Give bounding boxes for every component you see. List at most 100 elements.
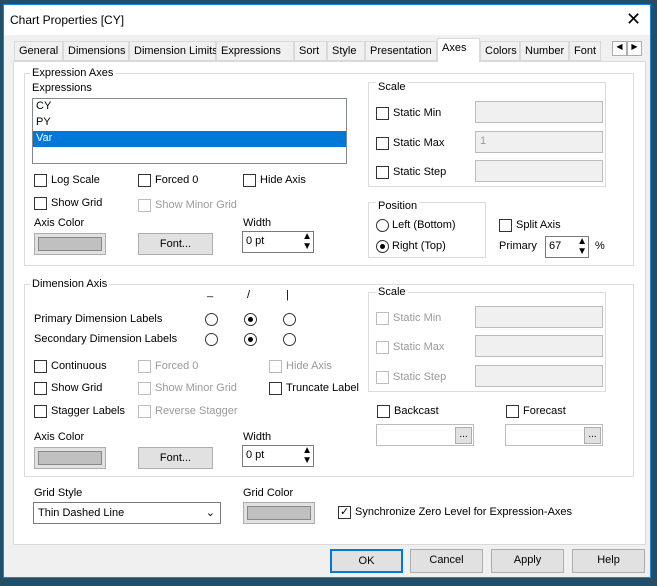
static-min-label: Static Min xyxy=(393,107,442,119)
forced0-checkbox[interactable] xyxy=(138,174,151,187)
stagger-labels-checkbox[interactable] xyxy=(34,405,47,418)
dim-axis-color-label: Axis Color xyxy=(34,431,85,443)
dim-static-min-checkbox[interactable] xyxy=(376,312,389,325)
backcast-checkbox[interactable] xyxy=(377,405,390,418)
grid-color-button[interactable] xyxy=(243,502,315,524)
hide-axis-label: Hide Axis xyxy=(260,174,306,186)
dim-forced0-checkbox[interactable] xyxy=(138,360,151,373)
forecast-ellipsis-button[interactable]: ... xyxy=(584,427,601,444)
show-grid-checkbox[interactable] xyxy=(34,197,47,210)
stagger-labels-label: Stagger Labels xyxy=(51,405,125,417)
dim-static-max-input[interactable] xyxy=(475,335,603,357)
static-max-checkbox[interactable] xyxy=(376,137,389,150)
primary-value: 67 xyxy=(549,240,562,252)
expression-axes-title: Expression Axes xyxy=(30,67,116,79)
expression-item-selected[interactable]: Var xyxy=(33,131,346,147)
dim-static-max-checkbox[interactable] xyxy=(376,341,389,354)
sync-zero-label: Synchronize Zero Level for Expression-Ax… xyxy=(355,506,573,518)
dim-static-min-input[interactable] xyxy=(475,306,603,328)
tab-scroll-right-icon[interactable]: ▶ xyxy=(627,41,642,56)
help-button[interactable]: Help xyxy=(572,549,645,573)
tab-colors[interactable]: Colors xyxy=(480,41,520,61)
primary-stepper[interactable]: 67 ▲ ▼ xyxy=(545,236,589,258)
dim-static-min-label: Static Min xyxy=(393,312,442,324)
width-stepper[interactable]: 0 pt ▲ ▼ xyxy=(242,231,314,253)
tab-presentation[interactable]: Presentation xyxy=(365,41,437,61)
tab-scroll-left-icon[interactable]: ◀ xyxy=(612,41,627,56)
log-scale-checkbox[interactable] xyxy=(34,174,47,187)
dim-width-label: Width xyxy=(243,431,272,443)
static-min-checkbox[interactable] xyxy=(376,107,389,120)
secondary-horizontal-radio[interactable] xyxy=(205,333,218,346)
sync-zero-checkbox[interactable] xyxy=(338,505,351,519)
secondary-diagonal-radio[interactable] xyxy=(244,333,257,346)
show-minor-grid-checkbox[interactable] xyxy=(138,199,151,212)
apply-button[interactable]: Apply xyxy=(491,549,564,573)
static-max-input[interactable]: 1 xyxy=(475,131,603,153)
tab-expressions[interactable]: Expressions xyxy=(216,41,294,61)
ok-button[interactable]: OK xyxy=(330,549,403,573)
spin-arrows-icon[interactable]: ▲ ▼ xyxy=(302,446,312,466)
dim-show-grid-checkbox[interactable] xyxy=(34,382,47,395)
expression-item[interactable]: CY xyxy=(33,99,346,115)
axis-color-button[interactable] xyxy=(34,233,106,255)
tab-sort[interactable]: Sort xyxy=(294,41,327,61)
dimension-axis-title: Dimension Axis xyxy=(30,278,110,290)
tab-general[interactable]: General xyxy=(14,41,63,61)
tab-axes[interactable]: Axes xyxy=(437,38,480,62)
grid-style-select[interactable]: Thin Dashed Line ⌄ xyxy=(33,502,221,524)
primary-horizontal-radio[interactable] xyxy=(205,313,218,326)
cancel-button[interactable]: Cancel xyxy=(410,549,483,573)
title-bar: Chart Properties [CY] ✕ xyxy=(4,5,650,35)
dim-static-step-checkbox[interactable] xyxy=(376,371,389,384)
dim-axis-color-button[interactable] xyxy=(34,447,106,469)
tab-font[interactable]: Font xyxy=(569,41,601,61)
font-button[interactable]: Font... xyxy=(138,233,213,255)
dim-static-step-input[interactable] xyxy=(475,365,603,387)
right-top-radio[interactable] xyxy=(376,240,389,253)
show-minor-grid-label: Show Minor Grid xyxy=(155,199,237,211)
primary-dimension-labels-label: Primary Dimension Labels xyxy=(34,313,163,325)
static-step-checkbox[interactable] xyxy=(376,166,389,179)
continuous-label: Continuous xyxy=(51,360,107,372)
dim-static-step-label: Static Step xyxy=(393,371,447,383)
continuous-checkbox[interactable] xyxy=(34,360,47,373)
dim-scale-title: Scale xyxy=(376,286,408,298)
dim-font-button[interactable]: Font... xyxy=(138,447,213,469)
split-axis-checkbox[interactable] xyxy=(499,219,512,232)
scale-title: Scale xyxy=(376,81,408,93)
dim-show-grid-label: Show Grid xyxy=(51,382,103,394)
tab-number[interactable]: Number xyxy=(520,41,569,61)
expressions-list[interactable]: CY PY Var xyxy=(32,98,347,164)
primary-diagonal-radio[interactable] xyxy=(244,313,257,326)
width-value: 0 pt xyxy=(246,235,265,247)
truncate-label-checkbox[interactable] xyxy=(269,382,282,395)
secondary-vertical-radio[interactable] xyxy=(283,333,296,346)
forecast-checkbox[interactable] xyxy=(506,405,519,418)
primary-vertical-radio[interactable] xyxy=(283,313,296,326)
diagonal-header: / xyxy=(247,289,251,301)
static-min-input[interactable] xyxy=(475,101,603,123)
tab-dimensions[interactable]: Dimensions xyxy=(63,41,129,61)
tab-dimension-limits[interactable]: Dimension Limits xyxy=(129,41,218,61)
show-grid-label: Show Grid xyxy=(51,197,103,209)
dim-show-minor-grid-checkbox[interactable] xyxy=(138,382,151,395)
hide-axis-checkbox[interactable] xyxy=(243,174,256,187)
dim-hide-axis-checkbox[interactable] xyxy=(269,360,282,373)
backcast-ellipsis-button[interactable]: ... xyxy=(455,427,472,444)
spin-arrows-icon[interactable]: ▲ ▼ xyxy=(302,232,312,252)
dim-width-stepper[interactable]: 0 pt ▲ ▼ xyxy=(242,445,314,467)
reverse-stagger-checkbox[interactable] xyxy=(138,405,151,418)
static-step-input[interactable] xyxy=(475,160,603,182)
truncate-label-label: Truncate Label xyxy=(286,382,359,394)
expression-item[interactable]: PY xyxy=(33,115,346,131)
left-bottom-radio[interactable] xyxy=(376,219,389,232)
window-title: Chart Properties [CY] xyxy=(10,13,125,27)
spin-arrows-icon[interactable]: ▲ ▼ xyxy=(577,237,587,257)
grid-style-value: Thin Dashed Line xyxy=(38,507,125,519)
close-icon[interactable]: ✕ xyxy=(626,9,641,30)
backcast-label: Backcast xyxy=(394,405,439,417)
forecast-label: Forecast xyxy=(523,405,566,417)
position-title: Position xyxy=(376,200,420,212)
tab-style[interactable]: Style xyxy=(327,41,365,61)
